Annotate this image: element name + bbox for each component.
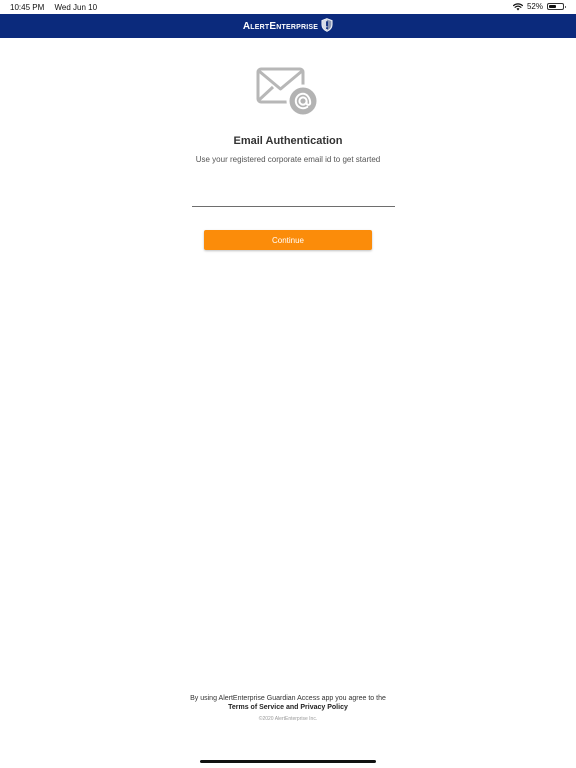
brand-name: AlertEnterprise: [242, 20, 319, 32]
status-right: 52%: [512, 2, 566, 11]
status-left: 10:45 PM Wed Jun 10: [10, 3, 97, 12]
status-bar: 10:45 PM Wed Jun 10 52%: [0, 0, 576, 14]
wifi-icon: [512, 2, 523, 11]
page-subtitle: Use your registered corporate email id t…: [195, 155, 381, 164]
copyright-text: ©2020 AlertEnterprise Inc.: [258, 716, 318, 722]
email-field[interactable]: [192, 188, 395, 207]
battery-fill: [549, 5, 556, 8]
battery-percent: 52%: [526, 2, 543, 11]
footer-links: Terms of Service and Privacy Policy: [0, 704, 576, 711]
continue-button[interactable]: Continue: [204, 230, 372, 250]
terms-of-service-link[interactable]: Terms of Service: [228, 704, 284, 711]
battery-icon: [547, 3, 566, 10]
footer-agreement-text: By using AlertEnterprise Guardian Access…: [190, 695, 386, 702]
page-title: Email Authentication: [233, 135, 343, 147]
status-date: Wed Jun 10: [54, 3, 98, 12]
privacy-policy-link[interactable]: Privacy Policy: [300, 704, 347, 711]
shield-exclamation-icon: [321, 17, 333, 35]
status-time: 10:45 PM: [10, 3, 45, 12]
brand-logo: AlertEnterprise: [242, 17, 333, 35]
home-indicator[interactable]: [200, 760, 376, 763]
footer-and-text: and: [284, 704, 301, 711]
email-at-icon: [256, 66, 320, 123]
app-header: AlertEnterprise: [0, 14, 576, 38]
